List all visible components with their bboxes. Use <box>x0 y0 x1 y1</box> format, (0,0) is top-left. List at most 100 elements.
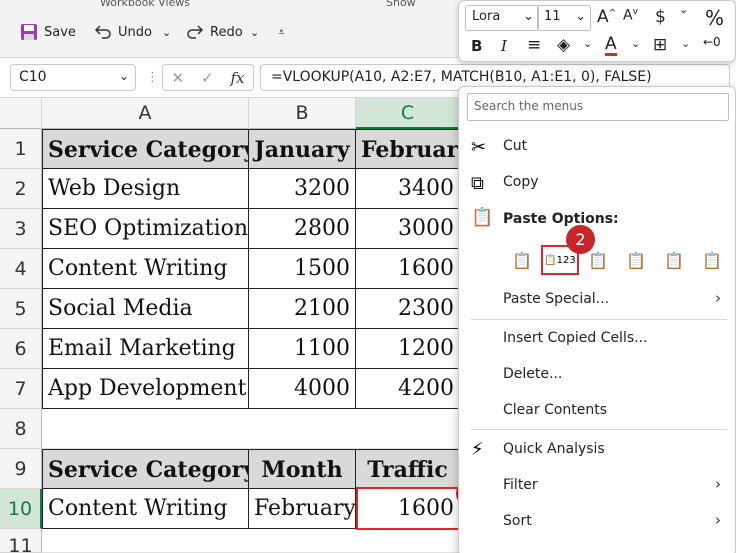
redo-dropdown-chevron-icon[interactable]: ⌄ <box>250 20 259 44</box>
submenu-arrow-icon: › <box>715 475 721 493</box>
table-row-cell[interactable]: App Development <box>42 369 249 409</box>
column-header-a[interactable]: A <box>42 98 249 129</box>
cancel-icon[interactable]: ✕ <box>171 69 184 87</box>
align-center-icon[interactable]: ≡ <box>527 35 541 55</box>
menu-item-copy[interactable]: Copy <box>503 174 539 190</box>
table-row-cell[interactable]: Content Writing <box>42 249 249 289</box>
row-header-9[interactable]: 9 <box>0 449 42 489</box>
menu-item-filter[interactable]: Filter <box>503 477 538 493</box>
decrease-font-size-icon[interactable]: Av <box>623 7 638 24</box>
empty-row-11[interactable] <box>42 529 460 553</box>
table-row-cell[interactable]: 1100 <box>249 329 356 369</box>
table1-header-category[interactable]: Service Category <box>42 129 249 169</box>
table-row-cell[interactable]: 1200 <box>356 329 460 369</box>
table-row-cell[interactable]: 4000 <box>249 369 356 409</box>
submenu-arrow-icon: › <box>715 511 721 529</box>
row-header-10[interactable]: 10 <box>0 489 42 529</box>
row-header-2[interactable]: 2 <box>0 169 42 209</box>
column-header-b[interactable]: B <box>249 98 356 129</box>
redo-icon <box>187 25 204 39</box>
menu-item-delete[interactable]: Delete... <box>503 366 562 382</box>
table-row-cell[interactable]: 3000 <box>356 209 460 249</box>
menu-item-clear-contents[interactable]: Clear Contents <box>503 402 607 418</box>
paste-link-icon[interactable]: 📋 <box>693 245 731 275</box>
copy-icon: ⧉ <box>471 173 484 194</box>
paste-icon[interactable]: 📋 <box>503 245 541 275</box>
table2-header-category[interactable]: Service Category <box>42 449 249 489</box>
chevron-down-icon[interactable]: ⌄ <box>679 3 688 16</box>
table1-header-february[interactable]: February <box>356 129 460 169</box>
menu-item-paste-special[interactable]: Paste Special... <box>503 291 609 307</box>
select-all-corner[interactable] <box>0 98 42 129</box>
column-header-c[interactable]: C <box>356 98 460 129</box>
percent-style-icon[interactable]: % <box>705 6 724 30</box>
table2-header-month[interactable]: Month <box>249 449 356 489</box>
row-header-7[interactable]: 7 <box>0 369 42 409</box>
group-label-show: Show <box>386 0 416 9</box>
increase-font-size-icon[interactable]: A^ <box>597 7 616 27</box>
menu-item-insert-copied-cells[interactable]: Insert Copied Cells... <box>503 330 647 346</box>
row-header-1[interactable]: 1 <box>0 129 42 169</box>
empty-row-8[interactable] <box>42 409 460 449</box>
selected-cell-highlight <box>356 487 460 530</box>
table2-cell-month[interactable]: February <box>249 489 356 529</box>
chevron-down-icon: ⌄ <box>523 9 534 24</box>
table-row-cell[interactable]: Social Media <box>42 289 249 329</box>
context-menu: Search the menus ✂ Cut ⧉ Copy 📋 Paste Op… <box>458 86 736 553</box>
row-header-4[interactable]: 4 <box>0 249 42 289</box>
table-row-cell[interactable]: 1500 <box>249 249 356 289</box>
row-header-8[interactable]: 8 <box>0 409 42 449</box>
save-button[interactable]: Save <box>20 20 76 44</box>
table-row-cell[interactable]: SEO Optimization <box>42 209 249 249</box>
table-row-cell[interactable]: Web Design <box>42 169 249 209</box>
undo-button[interactable]: Undo <box>94 20 152 44</box>
row-header-11[interactable]: 11 <box>0 529 42 553</box>
redo-button[interactable]: Redo <box>186 20 243 44</box>
increase-decimal-icon[interactable]: ←0 <box>703 35 721 49</box>
menu-item-cut[interactable]: Cut <box>503 138 527 154</box>
table-row-cell[interactable]: Email Marketing <box>42 329 249 369</box>
table-row-cell[interactable]: 1600 <box>356 249 460 289</box>
paste-icon: 📋 <box>471 207 494 228</box>
row-header-6[interactable]: 6 <box>0 329 42 369</box>
chevron-down-icon[interactable]: ⌄ <box>631 37 640 50</box>
font-color-icon[interactable]: A <box>605 35 617 56</box>
table-row-cell[interactable]: 2100 <box>249 289 356 329</box>
table-row-cell[interactable]: 2300 <box>356 289 460 329</box>
bold-icon[interactable]: B <box>471 37 482 55</box>
enter-check-icon[interactable]: ✓ <box>201 69 214 87</box>
undo-dropdown-chevron-icon[interactable]: ⌄ <box>162 20 171 44</box>
italic-icon[interactable]: I <box>501 37 507 55</box>
currency-format-icon[interactable]: $ <box>655 7 666 27</box>
font-name-dropdown[interactable]: Lora ⌄ <box>465 5 539 31</box>
name-box[interactable]: C10 ⌄ <box>10 64 136 91</box>
menu-search-input[interactable]: Search the menus <box>467 93 729 121</box>
font-size-dropdown[interactable]: 11 ⌄ <box>537 5 591 31</box>
chevron-down-icon[interactable]: ⌄ <box>583 37 592 50</box>
paste-formatting-icon[interactable]: 📋 <box>655 245 693 275</box>
more-options-icon[interactable]: ⋮ <box>146 70 159 85</box>
chevron-down-icon[interactable]: ⌄ <box>681 37 690 50</box>
font-name-value: Lora <box>472 9 501 24</box>
redo-label: Redo <box>210 24 243 40</box>
group-label-workbook-views: Workbook Views <box>100 0 190 9</box>
table-row-cell[interactable]: 4200 <box>356 369 460 409</box>
table1-header-january[interactable]: January <box>249 129 356 169</box>
row-header-5[interactable]: 5 <box>0 289 42 329</box>
table-row-cell[interactable]: 3200 <box>249 169 356 209</box>
menu-item-sort[interactable]: Sort <box>503 513 532 529</box>
menu-item-quick-analysis[interactable]: Quick Analysis <box>503 441 605 457</box>
table2-cell-category[interactable]: Content Writing <box>42 489 249 529</box>
table-row-cell[interactable]: 2800 <box>249 209 356 249</box>
row-header-3[interactable]: 3 <box>0 209 42 249</box>
customize-toolbar-icon[interactable]: ⩡ <box>278 20 285 44</box>
fill-color-icon[interactable]: ◈ <box>557 35 570 55</box>
insert-function-icon[interactable]: fx <box>231 69 245 87</box>
paste-transpose-icon[interactable]: 📋 <box>617 245 655 275</box>
quick-analysis-icon: ⚡ <box>471 439 484 460</box>
borders-icon[interactable]: ⊞ <box>653 35 667 55</box>
paste-options-label: Paste Options: <box>503 211 619 227</box>
menu-separator <box>471 319 727 320</box>
table2-header-traffic[interactable]: Traffic <box>356 449 460 489</box>
table-row-cell[interactable]: 3400 <box>356 169 460 209</box>
